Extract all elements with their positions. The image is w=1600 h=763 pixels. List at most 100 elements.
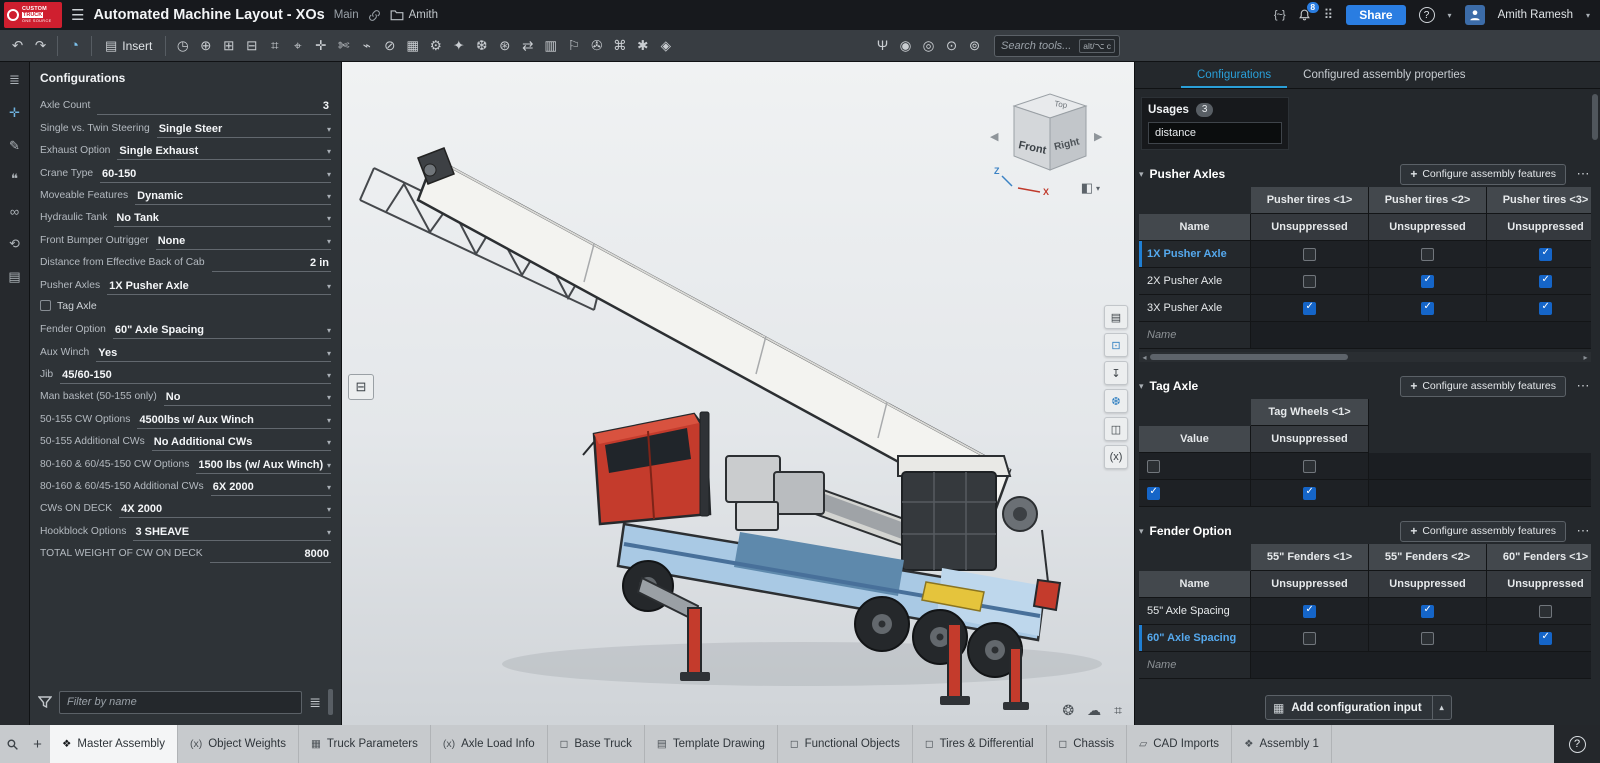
appearance-icon[interactable]: ⊛: [493, 34, 516, 58]
insert-button[interactable]: ▤ Insert: [97, 38, 160, 54]
mate-icon[interactable]: ⊞: [217, 34, 240, 58]
command-icon[interactable]: ⌘: [608, 34, 631, 58]
row-name-cell[interactable]: Name: [1139, 652, 1251, 679]
show-all-icon[interactable]: ⊙: [940, 34, 963, 58]
config-value-field[interactable]: No Additional CWs▾: [152, 436, 331, 451]
download-icon[interactable]: ↧: [1104, 361, 1128, 385]
row-name-cell[interactable]: 3X Pusher Axle: [1139, 295, 1251, 322]
model-tree-icon[interactable]: ≣: [9, 72, 20, 88]
config-value-field[interactable]: 4500lbs w/ Aux Winch▾: [137, 414, 331, 429]
more-options-icon[interactable]: ⋯: [1572, 166, 1594, 182]
pattern-icon[interactable]: ▦: [401, 34, 424, 58]
tab-base-truck[interactable]: ◻Base Truck: [548, 725, 645, 763]
comments-icon[interactable]: ❝: [11, 171, 18, 187]
more-options-icon[interactable]: ⋯: [1572, 378, 1594, 394]
chevron-down-icon[interactable]: ▾: [1139, 381, 1144, 392]
panel-tab-configurations[interactable]: Configurations: [1181, 62, 1287, 88]
configure-assembly-features-button[interactable]: +Configure assembly features: [1400, 521, 1566, 542]
folder-breadcrumb[interactable]: Amith: [390, 9, 438, 21]
filter-by-name-input[interactable]: [59, 691, 302, 714]
config-field-80-160-60-45-150-additional-cws[interactable]: 80-160 & 60/45-150 Additional CWs6X 2000…: [40, 474, 331, 496]
checkbox-tag-axle[interactable]: [40, 300, 51, 311]
row-name-cell[interactable]: 2X Pusher Axle: [1139, 268, 1251, 295]
panel-scrollbar-thumb[interactable]: [1592, 94, 1598, 140]
split-icon[interactable]: ✄: [332, 34, 355, 58]
move-icon[interactable]: ✛: [309, 34, 332, 58]
row-name-cell[interactable]: 60" Axle Spacing: [1139, 625, 1251, 652]
suppression-checkbox[interactable]: [1421, 248, 1434, 261]
appearance-panel-icon[interactable]: ✎: [9, 138, 20, 154]
config-value-field[interactable]: 8000: [210, 548, 331, 563]
config-field-fender-option[interactable]: Fender Option60" Axle Spacing▾: [40, 317, 331, 339]
config-field-tag-axle[interactable]: Tag Axle: [40, 295, 331, 317]
hook-block[interactable]: [1034, 530, 1060, 610]
value-checkbox[interactable]: [1147, 487, 1160, 500]
suppression-checkbox[interactable]: [1421, 275, 1434, 288]
configure-assembly-features-button[interactable]: +Configure assembly features: [1400, 376, 1566, 397]
truck-cab[interactable]: [583, 412, 710, 524]
usage-item[interactable]: distance: [1148, 122, 1282, 144]
config-value-field[interactable]: 2 in: [212, 257, 331, 272]
insert-part-icon[interactable]: ⊕: [194, 34, 217, 58]
panel-tab-configured-assembly-properties[interactable]: Configured assembly properties: [1287, 62, 1481, 88]
config-value-field[interactable]: No Tank▾: [114, 212, 331, 227]
burst-icon[interactable]: ✱: [631, 34, 654, 58]
config-value-field[interactable]: 45/60-150▾: [60, 369, 331, 384]
config-field-total-weight-of-cw-on-deck[interactable]: TOTAL WEIGHT OF CW ON DECK8000: [40, 541, 331, 563]
config-value-field[interactable]: 60" Axle Spacing▾: [113, 324, 331, 339]
suppression-checkbox[interactable]: [1421, 605, 1434, 618]
config-value-field[interactable]: No▾: [164, 391, 331, 406]
swap-icon[interactable]: ⇄: [516, 34, 539, 58]
config-value-field[interactable]: 3: [97, 100, 331, 115]
operator-cage[interactable]: [898, 456, 1037, 570]
suppression-checkbox[interactable]: [1303, 487, 1316, 500]
variables-icon[interactable]: (x): [1104, 445, 1128, 469]
snowflake-icon[interactable]: ❆: [1104, 389, 1128, 413]
suppression-checkbox[interactable]: [1303, 605, 1316, 618]
orbit-icon[interactable]: ◔: [63, 34, 86, 58]
row-name-cell[interactable]: 55" Axle Spacing: [1139, 598, 1251, 625]
layers-icon[interactable]: ⊡: [1104, 333, 1128, 357]
apps-grid-icon[interactable]: ⠿: [1324, 7, 1334, 23]
tab-object-weights[interactable]: (x)Object Weights: [178, 725, 299, 763]
workspace-label[interactable]: Main: [334, 9, 359, 21]
snap-icon[interactable]: ⌖: [286, 34, 309, 58]
main-menu-icon[interactable]: ☰: [71, 6, 84, 24]
tab-template-drawing[interactable]: ▤Template Drawing: [645, 725, 778, 763]
row-name-cell[interactable]: 1X Pusher Axle: [1139, 241, 1251, 268]
config-field-80-160-60-45-150-cw-options[interactable]: 80-160 & 60/45-150 CW Options1500 lbs (w…: [40, 451, 331, 473]
relation-icon[interactable]: ⌗: [263, 34, 286, 58]
undo-icon[interactable]: ↶: [6, 34, 29, 58]
mate-connector-icon[interactable]: ✛: [9, 105, 20, 121]
tab-truck-parameters[interactable]: ▦Truck Parameters: [299, 725, 431, 763]
stamp-icon[interactable]: ❂: [1062, 702, 1074, 719]
help-icon[interactable]: ?: [1569, 736, 1586, 753]
config-value-field[interactable]: Single Steer▾: [157, 123, 331, 138]
config-field-exhaust-option[interactable]: Exhaust OptionSingle Exhaust▾: [40, 138, 331, 160]
suppression-checkbox[interactable]: [1539, 248, 1552, 261]
rotate-left-icon[interactable]: ◀: [990, 131, 999, 143]
counterweights[interactable]: [726, 456, 824, 530]
suppression-checkbox[interactable]: [1303, 248, 1316, 261]
microphone-icon[interactable]: Ψ: [871, 34, 894, 58]
cloud-icon[interactable]: ☁: [1087, 702, 1101, 719]
suppression-checkbox[interactable]: [1303, 275, 1316, 288]
config-field-single-vs-twin-steering[interactable]: Single vs. Twin SteeringSingle Steer▾: [40, 115, 331, 137]
suppression-checkbox[interactable]: [1421, 632, 1434, 645]
config-value-field[interactable]: 3 SHEAVE▾: [133, 526, 331, 541]
suppression-checkbox[interactable]: [1303, 632, 1316, 645]
config-value-field[interactable]: None▾: [156, 235, 331, 250]
tab-master-assembly[interactable]: ❖Master Assembly: [50, 725, 178, 763]
tab-tires-differential[interactable]: ◻Tires & Differential: [913, 725, 1047, 763]
tab-cad-imports[interactable]: ▱CAD Imports: [1127, 725, 1232, 763]
config-field-cws-on-deck[interactable]: CWs ON DECK4X 2000▾: [40, 496, 331, 518]
add-tab-icon[interactable]: +: [25, 725, 50, 763]
revolve-icon[interactable]: ⊘: [378, 34, 401, 58]
tab-assembly-1[interactable]: ❖Assembly 1: [1232, 725, 1332, 763]
config-field-aux-winch[interactable]: Aux WinchYes▾: [40, 339, 331, 361]
config-value-field[interactable]: 60-150▾: [100, 168, 331, 183]
config-value-field[interactable]: 4X 2000▾: [119, 503, 331, 518]
search-tools-input[interactable]: [1001, 40, 1079, 52]
history-icon[interactable]: ⟲: [9, 236, 20, 252]
spool-icon[interactable]: ✇: [585, 34, 608, 58]
